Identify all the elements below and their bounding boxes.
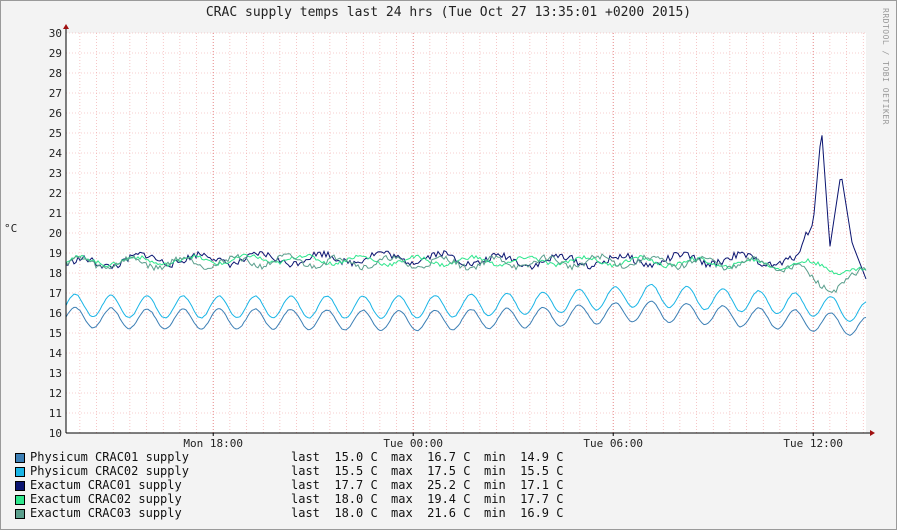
y-tick-label: 24 [49, 147, 63, 160]
legend-swatch [15, 467, 25, 477]
legend-last-value: last 17.7 C [291, 478, 378, 492]
legend-max-value: max 16.7 C [391, 450, 471, 464]
legend-min-value: min 14.9 C [484, 450, 564, 464]
y-tick-label: 29 [49, 47, 62, 60]
x-tick-label: Tue 06:00 [583, 437, 643, 450]
legend-series-name: Physicum CRAC01 supply [30, 450, 189, 464]
y-tick-label: 10 [49, 427, 62, 440]
legend-max-value: max 17.5 C [391, 464, 471, 478]
legend-max-value: max 21.6 C [391, 506, 471, 520]
legend-swatch [15, 509, 25, 519]
y-tick-label: 26 [49, 107, 62, 120]
legend-min-value: min 16.9 C [484, 506, 564, 520]
legend-last-value: last 15.0 C [291, 450, 378, 464]
legend-series-name: Exactum CRAC01 supply [30, 478, 182, 492]
legend-swatch [15, 495, 25, 505]
y-tick-label: 30 [49, 27, 62, 40]
y-tick-label: 18 [49, 267, 62, 280]
y-tick-label: 28 [49, 67, 62, 80]
y-tick-label: 16 [49, 307, 62, 320]
y-tick-label: 12 [49, 387, 62, 400]
y-tick-label: 20 [49, 227, 62, 240]
legend-max-value: max 25.2 C [391, 478, 471, 492]
legend-series-name: Exactum CRAC02 supply [30, 492, 182, 506]
legend-swatch [15, 481, 25, 491]
legend-swatch [15, 453, 25, 463]
y-tick-label: 25 [49, 127, 62, 140]
legend-series-name: Exactum CRAC03 supply [30, 506, 182, 520]
legend-min-value: min 17.7 C [484, 492, 564, 506]
plot-area: 10 11 12 13 14 15 16 17 18 19 20 21 22 23 24 25 26 27 28 29… [49, 24, 875, 450]
legend-min-value: min 15.5 C [484, 464, 564, 478]
y-tick-label: 22 [49, 187, 62, 200]
legend-last-value: last 18.0 C [291, 506, 378, 520]
legend-last-value: last 15.5 C [291, 464, 378, 478]
legend-max-value: max 19.4 C [391, 492, 471, 506]
y-tick-label: 27 [49, 87, 62, 100]
x-tick-label: Mon 18:00 [183, 437, 243, 450]
y-tick-label: 14 [49, 347, 63, 360]
x-axis-arrow-icon [870, 430, 875, 436]
legend-last-value: last 18.0 C [291, 492, 378, 506]
x-tick-label: Tue 00:00 [383, 437, 443, 450]
y-tick-label: 23 [49, 167, 62, 180]
y-tick-label: 11 [49, 407, 62, 420]
legend-min-value: min 17.1 C [484, 478, 564, 492]
legend-series-name: Physicum CRAC02 supply [30, 464, 189, 478]
x-tick-label: Tue 12:00 [783, 437, 843, 450]
y-tick-label: 21 [49, 207, 62, 220]
y-tick-label: 19 [49, 247, 62, 260]
y-tick-label: 13 [49, 367, 62, 380]
y-tick-label: 17 [49, 287, 62, 300]
y-axis-arrow-icon [63, 24, 69, 29]
y-tick-label: 15 [49, 327, 62, 340]
